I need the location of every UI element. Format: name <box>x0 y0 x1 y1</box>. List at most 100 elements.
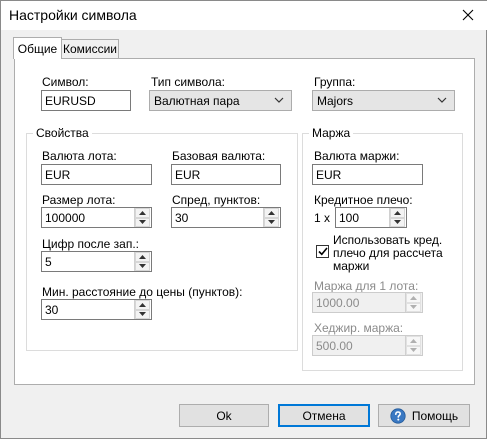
spin-down-icon <box>268 220 275 225</box>
base-currency-value: EUR <box>175 168 201 182</box>
spin-up-icon <box>139 302 146 307</box>
margin-currency-value: EUR <box>316 168 342 182</box>
group-select[interactable]: Majors <box>312 90 455 111</box>
spin-down-icon <box>410 348 417 353</box>
symbol-type-value: Валютная пара <box>154 94 240 108</box>
close-icon <box>462 9 474 21</box>
window-title: Настройки символа <box>9 7 137 23</box>
spin-up-icon <box>410 295 417 300</box>
symbol-value: EURUSD <box>45 94 96 108</box>
tab-panel-general: Символ: EURUSD Тип символа: Валютная пар… <box>14 58 475 385</box>
chevron-down-icon <box>274 97 284 103</box>
group-label: Группа: <box>314 75 356 89</box>
leverage-label: Кредитное плечо: <box>314 193 413 207</box>
spin-up-button[interactable] <box>135 300 150 310</box>
cancel-button-label: Отмена <box>302 408 346 423</box>
margin-per-lot-stepper[interactable]: 1000.00 <box>312 292 423 313</box>
close-button[interactable] <box>455 3 481 27</box>
ok-button[interactable]: Ok <box>179 404 269 427</box>
lot-size-stepper[interactable]: 100000 <box>41 207 152 228</box>
lot-currency-value: EUR <box>45 168 71 182</box>
min-distance-spin-arrows <box>134 300 151 319</box>
hedged-margin-value: 500.00 <box>316 339 353 353</box>
spin-down-icon <box>139 312 146 317</box>
chevron-down-icon <box>437 97 447 103</box>
tab-general[interactable]: Общие <box>13 37 62 59</box>
leverage-prefix: 1 x <box>314 211 331 225</box>
hedged-margin-spin-arrows <box>405 336 422 355</box>
symbol-label: Символ: <box>42 75 89 89</box>
spin-down-icon <box>410 305 417 310</box>
tab-commissions[interactable]: Комиссии <box>61 39 119 59</box>
spin-down-button[interactable] <box>390 217 405 227</box>
spin-up-icon <box>139 210 146 215</box>
spin-up-button[interactable] <box>390 208 405 218</box>
margin-legend: Маржа <box>309 126 354 140</box>
spin-down-button[interactable] <box>135 309 150 319</box>
spin-down-button[interactable] <box>135 217 150 227</box>
properties-legend: Свойства <box>33 126 92 140</box>
spin-down-button[interactable] <box>406 345 421 355</box>
min-distance-value: 30 <box>45 303 59 317</box>
spin-down-button[interactable] <box>135 261 150 271</box>
group-value: Majors <box>317 94 354 108</box>
margin-currency-input[interactable]: EUR <box>312 164 423 185</box>
lot-currency-label: Валюта лота: <box>42 149 117 163</box>
lot-size-spin-arrows <box>134 208 151 227</box>
symbol-type-select[interactable]: Валютная пара <box>149 90 292 111</box>
spin-up-button[interactable] <box>406 293 421 303</box>
lot-size-label: Размер лота: <box>42 193 116 207</box>
use-credit-checkbox[interactable] <box>316 245 329 258</box>
margin-per-lot-spin-arrows <box>405 293 422 312</box>
spin-up-button[interactable] <box>406 336 421 346</box>
min-distance-label: Мин. расстояние до цены (пунктов): <box>42 285 243 299</box>
base-currency-label: Базовая валюта: <box>172 149 266 163</box>
lot-currency-input[interactable]: EUR <box>41 164 152 185</box>
spin-up-button[interactable] <box>135 252 150 262</box>
base-currency-input[interactable]: EUR <box>171 164 281 185</box>
spin-up-button[interactable] <box>264 208 279 218</box>
spin-down-icon <box>139 264 146 269</box>
dialog-window: Настройки символа Общие Комиссии Символ:… <box>0 0 487 439</box>
spread-label: Спред, пунктов: <box>172 193 261 207</box>
leverage-spin-arrows <box>389 208 406 227</box>
tab-general-label: Общие <box>17 41 58 56</box>
spin-up-icon <box>410 338 417 343</box>
min-distance-stepper[interactable]: 30 <box>41 299 152 320</box>
digits-label: Цифр после зап.: <box>42 237 139 251</box>
ok-button-label: Ok <box>216 408 232 423</box>
cancel-button[interactable]: Отмена <box>278 404 370 427</box>
hedged-margin-label: Хеджир. маржа: <box>314 321 404 335</box>
tab-commissions-label: Комиссии <box>62 42 118 56</box>
help-icon <box>390 407 406 424</box>
spin-down-button[interactable] <box>406 302 421 312</box>
spread-spin-arrows <box>263 208 280 227</box>
spin-down-button[interactable] <box>264 217 279 227</box>
spin-up-icon <box>139 254 146 259</box>
spin-down-icon <box>139 220 146 225</box>
margin-per-lot-label: Маржа для 1 лота: <box>314 279 419 293</box>
spread-stepper[interactable]: 30 <box>171 207 281 228</box>
use-credit-label-line2: плечо для рассчета <box>333 246 443 260</box>
title-bar: Настройки символа <box>1 1 487 30</box>
leverage-value: 100 <box>339 211 360 225</box>
symbol-input[interactable]: EURUSD <box>41 90 131 111</box>
digits-stepper[interactable]: 5 <box>41 251 152 272</box>
symbol-type-label: Тип символа: <box>151 75 225 89</box>
margin-per-lot-value: 1000.00 <box>316 296 360 310</box>
margin-currency-label: Валюта маржи: <box>314 149 400 163</box>
help-button[interactable]: Помощь <box>378 404 470 427</box>
leverage-stepper[interactable]: 100 <box>335 207 407 228</box>
spin-up-icon <box>394 210 401 215</box>
lot-size-value: 100000 <box>45 211 86 225</box>
digits-spin-arrows <box>134 252 151 271</box>
help-button-label: Помощь <box>411 408 459 423</box>
hedged-margin-stepper[interactable]: 500.00 <box>312 335 423 356</box>
checkmark-icon <box>317 247 328 256</box>
spread-value: 30 <box>175 211 189 225</box>
spin-up-icon <box>268 210 275 215</box>
use-credit-label-line3: маржи <box>333 259 370 273</box>
digits-value: 5 <box>45 255 52 269</box>
use-credit-label-line1: Использовать кред. <box>333 233 443 247</box>
spin-up-button[interactable] <box>135 208 150 218</box>
